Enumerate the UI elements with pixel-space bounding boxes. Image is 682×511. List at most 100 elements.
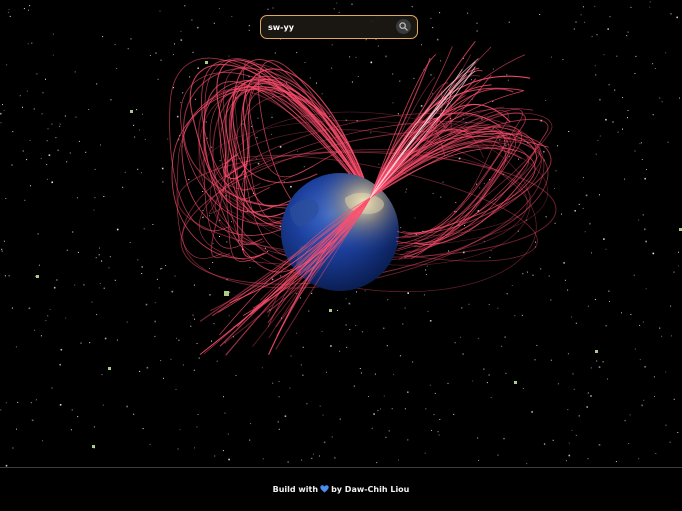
star bbox=[295, 292, 297, 294]
star bbox=[479, 187, 481, 189]
star bbox=[551, 56, 552, 58]
star bbox=[116, 67, 118, 69]
star bbox=[355, 56, 357, 58]
star bbox=[272, 382, 274, 384]
star bbox=[176, 337, 177, 339]
star bbox=[440, 60, 442, 62]
star bbox=[402, 323, 404, 325]
star bbox=[29, 5, 31, 7]
star bbox=[567, 409, 569, 411]
star bbox=[159, 10, 161, 12]
star bbox=[580, 14, 582, 16]
star bbox=[30, 402, 32, 404]
star bbox=[612, 121, 614, 123]
star bbox=[306, 403, 308, 405]
star bbox=[272, 7, 274, 9]
star bbox=[598, 366, 601, 368]
star bbox=[312, 453, 314, 455]
star bbox=[627, 117, 628, 119]
star bbox=[144, 138, 146, 140]
star bbox=[624, 420, 626, 422]
star bbox=[594, 5, 596, 7]
star bbox=[377, 45, 379, 47]
star bbox=[284, 415, 287, 417]
search-button[interactable] bbox=[396, 19, 411, 34]
star bbox=[99, 247, 100, 249]
star bbox=[173, 87, 174, 89]
star bbox=[399, 355, 401, 357]
star bbox=[278, 381, 280, 382]
star bbox=[423, 294, 425, 296]
star bbox=[462, 353, 464, 355]
star bbox=[670, 13, 672, 15]
star bbox=[376, 462, 378, 464]
star bbox=[429, 384, 431, 386]
star bbox=[208, 268, 210, 269]
star bbox=[595, 153, 597, 155]
star bbox=[624, 178, 626, 180]
star bbox=[2, 104, 3, 106]
star bbox=[66, 161, 68, 163]
star bbox=[597, 139, 599, 141]
globe-scene[interactable] bbox=[0, 0, 682, 467]
star bbox=[476, 183, 477, 185]
star bbox=[23, 8, 25, 10]
star bbox=[639, 143, 641, 145]
star bbox=[511, 285, 513, 286]
star bbox=[377, 410, 379, 411]
star bbox=[387, 299, 389, 301]
star bbox=[628, 443, 630, 444]
search-input[interactable] bbox=[268, 19, 386, 35]
star bbox=[3, 240, 5, 242]
star bbox=[575, 21, 577, 23]
star bbox=[425, 408, 427, 410]
star bbox=[349, 56, 351, 58]
star bbox=[385, 436, 387, 438]
star bbox=[149, 55, 151, 56]
star bbox=[635, 55, 637, 57]
satellite-marker bbox=[224, 291, 229, 296]
star bbox=[586, 406, 588, 408]
star bbox=[596, 360, 598, 362]
star bbox=[96, 83, 98, 85]
star bbox=[627, 31, 629, 33]
star bbox=[8, 275, 10, 277]
star bbox=[155, 52, 157, 54]
star bbox=[634, 150, 636, 152]
search-bar[interactable] bbox=[260, 15, 418, 39]
star bbox=[321, 93, 323, 95]
star bbox=[599, 194, 600, 196]
star bbox=[506, 74, 508, 76]
star bbox=[42, 440, 44, 442]
star bbox=[644, 177, 646, 180]
scene-canvas[interactable] bbox=[0, 0, 682, 467]
star bbox=[393, 373, 394, 375]
star bbox=[543, 150, 545, 153]
star bbox=[679, 97, 680, 99]
star bbox=[661, 335, 663, 337]
star bbox=[641, 159, 643, 160]
footer-author-link[interactable]: by Daw-Chih Liou bbox=[331, 485, 409, 494]
star bbox=[578, 415, 580, 417]
star bbox=[360, 372, 362, 374]
search-icon bbox=[399, 22, 408, 31]
star bbox=[587, 305, 589, 307]
star bbox=[156, 278, 158, 280]
star bbox=[302, 346, 304, 348]
star bbox=[290, 355, 292, 357]
star bbox=[460, 336, 462, 338]
star bbox=[180, 30, 182, 32]
star bbox=[197, 67, 199, 69]
star bbox=[91, 301, 93, 303]
star bbox=[248, 25, 250, 27]
star bbox=[71, 409, 73, 411]
star bbox=[506, 293, 508, 295]
star bbox=[197, 414, 199, 415]
star bbox=[534, 359, 536, 361]
star bbox=[188, 179, 190, 180]
star bbox=[531, 411, 533, 413]
star bbox=[488, 304, 490, 305]
star bbox=[608, 84, 610, 86]
star bbox=[497, 307, 499, 309]
star bbox=[191, 19, 193, 21]
